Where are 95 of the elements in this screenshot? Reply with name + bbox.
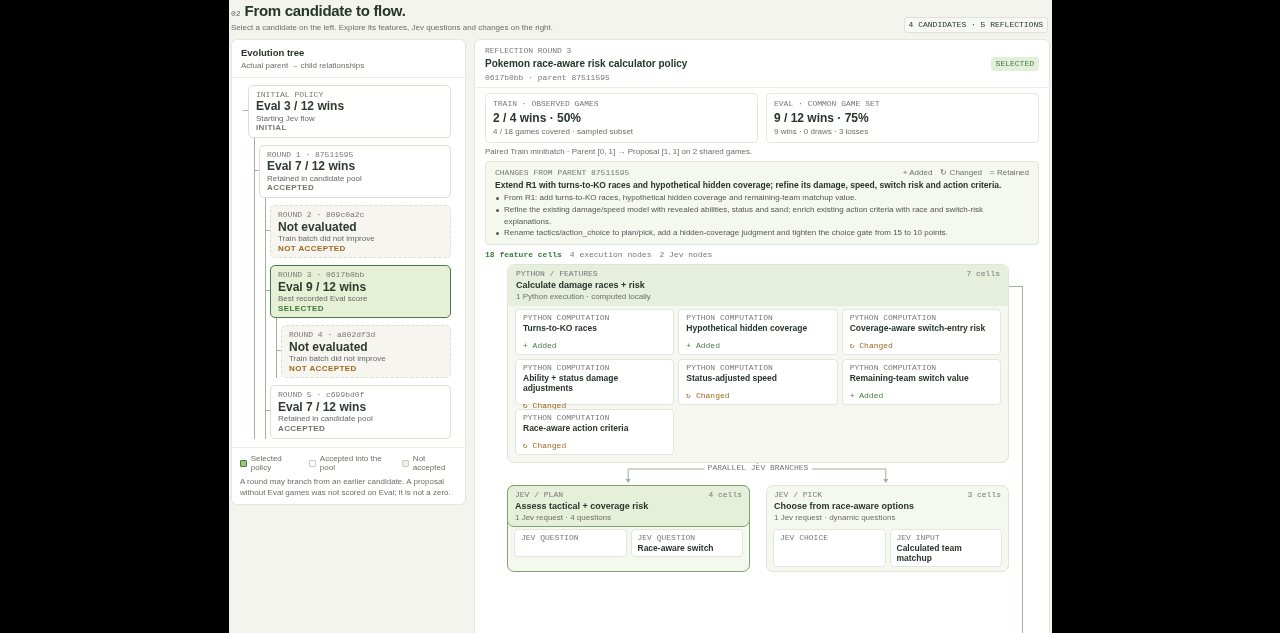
metric-note: 4 / 18 games covered · sampled subset <box>493 127 635 137</box>
policy-meta: 0617b0bb · parent 87511595 <box>485 72 611 83</box>
change-tag: ↻ Changed <box>523 441 567 451</box>
count-tab[interactable]: 4 execution nodes <box>569 249 652 260</box>
cell-title: Status-adjusted speed <box>686 372 778 384</box>
cell-count: 4 cells <box>708 490 742 500</box>
cell-type: PYTHON COMPUTATION <box>849 363 938 373</box>
node-label: ROUND 3 · 0617b0bb <box>278 270 366 280</box>
cell-type: PYTHON COMPUTATION <box>523 363 611 373</box>
cell-type: PYTHON COMPUTATION <box>686 363 774 373</box>
footnote: A round may branch from an earlier candidate. A proposal without Eval games was not scored on Eval; it is not a zero. <box>240 476 452 499</box>
cell-type: JEV QUESTION <box>637 533 697 543</box>
node-label: ROUND 2 · 809c0a2c <box>278 209 366 220</box>
legend-label: Not accepted <box>412 453 447 473</box>
node-status: ACCEPTED <box>278 424 327 434</box>
change-item: Rename tactics/action_choice to plan/pick, add a hidden-coverage judgment and tighten the choice gate from 15 to 10 points. <box>495 227 1029 239</box>
cell-count: 7 cells <box>966 269 1000 279</box>
node-note: Retained in candidate pool <box>267 173 363 184</box>
change-item: Refine the existing damage/speed model with revealed abilities, status and sand; enrich existing action criteria with race and switch-risk explanations. <box>495 203 1029 228</box>
change-tag: ↻ Changed <box>686 391 730 401</box>
page-title: From candidate to flow. <box>244 2 406 20</box>
metric-value: 9 / 12 wins · 75% <box>774 110 870 126</box>
node-score: Eval 7 / 12 wins <box>267 159 357 174</box>
cell-title: Coverage-aware switch-entry risk <box>849 322 987 334</box>
legend-label: Selected policy <box>250 453 283 473</box>
cell-title: Race-aware switch <box>637 542 715 554</box>
changes-label: CHANGES FROM PARENT 87511595 <box>495 167 630 178</box>
cell-type: JEV CHOICE <box>780 533 829 543</box>
node-status: NOT ACCEPTED <box>278 243 347 254</box>
section-number: 02 <box>231 9 241 19</box>
round-label: REFLECTION ROUND 3 <box>485 45 573 56</box>
panel-subtitle: Actual parent → child relationships <box>241 61 366 71</box>
counts-badge: 4 CANDIDATES · 5 REFLECTIONS <box>903 17 1048 33</box>
cell-title: Remaining-team switch value <box>849 372 970 384</box>
changes-summary: Extend R1 with turns-to-KO races and hypothetical hidden coverage; refine its damage, speed, switch risk and action criteria. <box>495 180 1003 191</box>
node-type: PYTHON / FEATURES <box>516 269 598 279</box>
selected-badge: SELECTED <box>990 57 1039 71</box>
metric-label: EVAL · COMMON GAME SET <box>774 99 881 109</box>
node-subtitle: 1 Jev request · 4 questions <box>515 512 613 523</box>
cell-title: Race-aware action criteria <box>523 422 630 434</box>
cell-title: Turns-to-KO races <box>523 322 598 334</box>
legend-label: + Added <box>902 167 933 178</box>
cell-title: Hypothetical hidden coverage <box>686 322 809 334</box>
node-subtitle: 1 Python execution · computed locally <box>516 291 652 302</box>
cell-type: PYTHON COMPUTATION <box>523 313 611 323</box>
cell-type: PYTHON COMPUTATION <box>523 413 611 423</box>
change-tag: + Added <box>686 341 720 351</box>
cell-title: Calculated team matchup <box>896 542 963 564</box>
node-score: Not evaluated <box>289 339 369 355</box>
legend-label: = Retained <box>990 167 1029 178</box>
page-subtitle: Select a candidate on the left. Explore its features, Jev questions and changes on the right. <box>231 23 553 33</box>
legend-label: Accepted into the pool <box>319 453 383 473</box>
node-type: JEV / PLAN <box>515 490 563 500</box>
cell-type: PYTHON COMPUTATION <box>849 313 938 323</box>
metric-value: 2 / 4 wins · 50% <box>493 110 583 126</box>
count-tab[interactable]: 18 feature cells <box>485 249 562 260</box>
node-label: ROUND 1 · 87511595 <box>267 149 355 160</box>
change-tag: + Added <box>523 341 557 351</box>
node-label: INITIAL POLICY <box>256 89 325 100</box>
panel-title: Evolution tree <box>241 46 306 58</box>
metric-note: 9 wins · 0 draws · 3 losses <box>774 127 870 137</box>
node-note: Train batch did not improve <box>278 233 376 244</box>
node-label: ROUND 4 · a802df3d <box>289 330 377 340</box>
node-status: INITIAL <box>256 123 288 133</box>
node-subtitle: 1 Jev request · dynamic questions <box>774 512 897 523</box>
node-note: Retained in candidate pool <box>278 414 374 424</box>
cell-count: 3 cells <box>967 490 1001 500</box>
node-score: Not evaluated <box>278 219 358 234</box>
node-status: ACCEPTED <box>267 183 316 193</box>
node-score: Eval 3 / 12 wins <box>256 99 346 114</box>
change-tag: ↻ Changed <box>849 341 893 351</box>
change-item: From R1: add turns-to-KO races, hypothetical hidden coverage and remaining-team matchup value. <box>495 192 1029 204</box>
metric-label: TRAIN · OBSERVED GAMES <box>493 99 600 109</box>
node-status: SELECTED <box>278 303 325 314</box>
change-tag: + Added <box>849 391 884 401</box>
node-note: Train batch did not improve <box>289 354 387 364</box>
cell-type: JEV QUESTION <box>521 533 580 543</box>
node-status: NOT ACCEPTED <box>289 363 358 374</box>
node-note: Starting Jev flow <box>256 113 316 124</box>
cell-type: PYTHON COMPUTATION <box>686 313 774 323</box>
node-label: ROUND 5 · c699bd0f <box>278 390 366 401</box>
paired-note: Paired Train minibatch · Parent [0, 1] → Proposal [1, 1] on 2 shared games. <box>485 146 754 157</box>
policy-title: Pokemon race-aware risk calculator policy <box>485 58 688 70</box>
cell-title: Ability + status damage adjustments <box>523 372 620 394</box>
legend-label: ↻ Changed <box>940 167 983 178</box>
node-score: Eval 7 / 12 wins <box>278 400 368 415</box>
node-score: Eval 9 / 12 wins <box>278 279 368 295</box>
node-title: Calculate damage races + risk <box>516 279 646 291</box>
cell-type: JEV INPUT <box>896 533 941 543</box>
count-tab[interactable]: 2 Jev nodes <box>659 249 713 260</box>
change-tag: ↻ Changed <box>523 401 567 411</box>
node-type: JEV / PICK <box>774 490 822 500</box>
node-title: Choose from race-aware options <box>774 500 916 512</box>
node-note: Best recorded Eval score <box>278 294 369 304</box>
node-title: Assess tactical + coverage risk <box>515 500 650 512</box>
